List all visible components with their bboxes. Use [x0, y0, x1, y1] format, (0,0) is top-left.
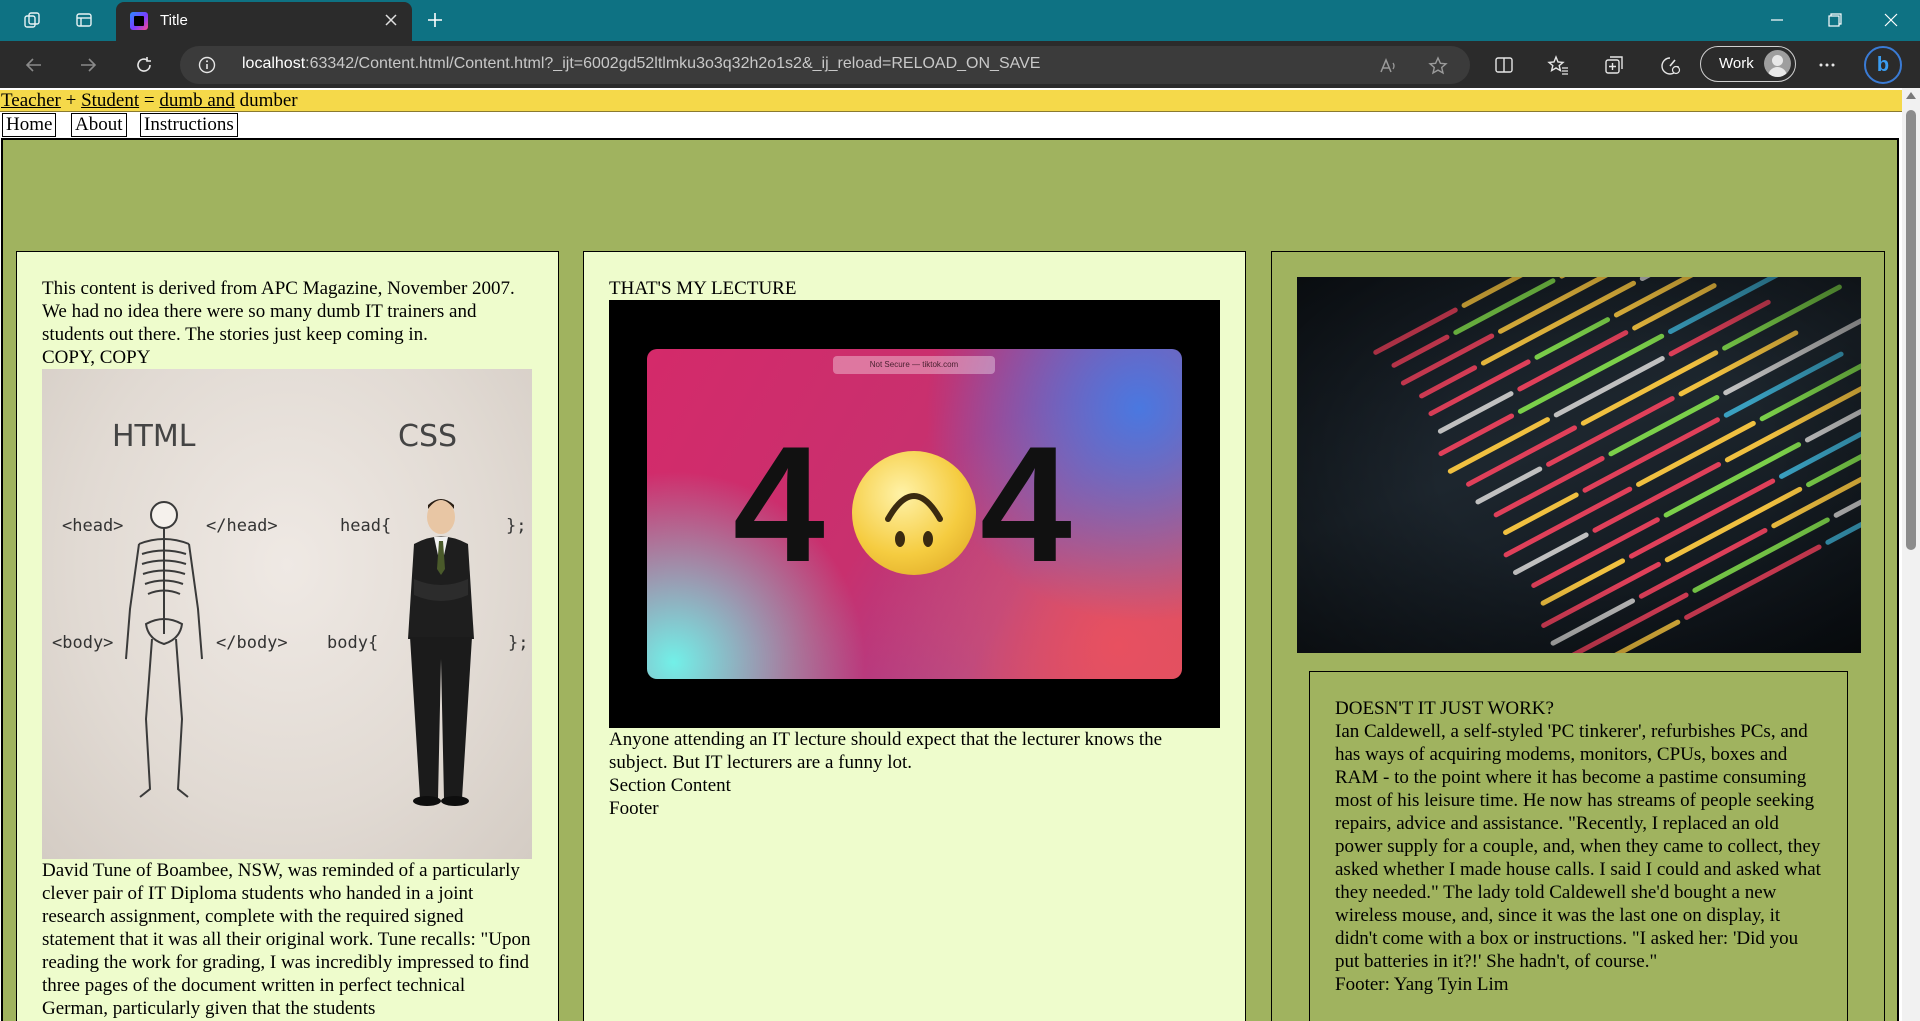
- intro-text: This content is derived from APC Magazin…: [42, 278, 515, 345]
- url-path: :63342/Content.html/Content.html?_ijt=60…: [305, 55, 1041, 72]
- page-scrollbar[interactable]: [1902, 88, 1920, 1021]
- url-text[interactable]: localhost:63342/Content.html/Content.htm…: [242, 55, 1040, 73]
- more-icon[interactable]: [1813, 51, 1841, 79]
- webstorm-favicon-icon: [130, 12, 148, 30]
- error-card: Not Secure — tiktok.com 4 4: [647, 349, 1182, 679]
- head-open-label: <head>: [62, 516, 124, 536]
- close-tab-icon[interactable]: [380, 9, 402, 31]
- browser-tab-active[interactable]: Title: [116, 2, 412, 41]
- restore-icon[interactable]: [1806, 0, 1864, 40]
- article-heading: DOESN'T IT JUST WORK?: [1335, 698, 1554, 719]
- tab-actions-icon[interactable]: [69, 6, 99, 34]
- back-icon[interactable]: [18, 49, 50, 81]
- banner-plus: +: [60, 90, 82, 111]
- header-banner: Teacher + Student = dumb and dumber: [0, 90, 1902, 112]
- article-footer: Footer: Yang Tyin Lim: [1335, 974, 1509, 995]
- upside-down-face-icon: [852, 451, 976, 575]
- page-viewport: Teacher + Student = dumb and dumber Home…: [0, 88, 1902, 1021]
- address-bar[interactable]: localhost:63342/Content.html/Content.htm…: [180, 46, 1470, 84]
- error-digit-left: 4: [733, 412, 825, 596]
- section-footer: Footer: [609, 798, 659, 819]
- refresh-icon[interactable]: [128, 49, 160, 81]
- banner-dumber: dumber: [234, 90, 298, 111]
- head-close-label: </head>: [206, 516, 278, 536]
- body-open-label: <body>: [52, 633, 114, 653]
- css-body-end-label: };: [508, 633, 529, 653]
- section-content: Section Content: [609, 775, 731, 796]
- browser-toolbar: localhost:63342/Content.html/Content.htm…: [0, 41, 1920, 88]
- url-host: localhost: [242, 55, 306, 72]
- body-close-label: </body>: [216, 633, 288, 653]
- link-student[interactable]: Student: [81, 90, 139, 111]
- error-address-pill: Not Secure — tiktok.com: [833, 356, 995, 374]
- code-screen-image: [1297, 277, 1861, 653]
- info-icon[interactable]: [198, 56, 216, 74]
- split-screen-icon[interactable]: [1490, 51, 1518, 79]
- nav-instructions[interactable]: Instructions: [140, 113, 238, 137]
- link-dumb-and[interactable]: dumb and: [159, 90, 234, 111]
- workspaces-icon[interactable]: [17, 6, 47, 34]
- forward-icon[interactable]: [72, 49, 104, 81]
- scroll-thumb[interactable]: [1906, 110, 1916, 550]
- performance-icon[interactable]: [1656, 51, 1684, 79]
- article-lecture: THAT'S MY LECTURE Not Secure — tiktok.co…: [583, 251, 1246, 1021]
- minimize-icon[interactable]: [1748, 0, 1806, 40]
- tab-title: Title: [160, 12, 188, 29]
- html-label: HTML: [112, 419, 196, 454]
- link-teacher[interactable]: Teacher: [1, 90, 61, 111]
- css-head-label: head{: [340, 516, 392, 536]
- article-just-work: DOESN'T IT JUST WORK? Ian Caldewell, a s…: [1271, 251, 1885, 1021]
- nav-about[interactable]: About: [71, 113, 127, 137]
- nav-home[interactable]: Home: [2, 113, 57, 137]
- new-tab-icon[interactable]: [420, 6, 450, 34]
- lecture-body: Anyone attending an IT lecture should ex…: [609, 729, 1163, 773]
- article-heading: THAT'S MY LECTURE: [609, 278, 797, 299]
- read-aloud-icon[interactable]: [1377, 55, 1399, 77]
- profile-label: Work: [1719, 55, 1754, 72]
- article-copy-copy: This content is derived from APC Magazin…: [16, 251, 559, 1021]
- bing-copilot-icon[interactable]: b: [1864, 46, 1902, 84]
- banner-title: Teacher + Student = dumb and dumber: [1, 90, 298, 112]
- profile-button[interactable]: Work: [1700, 46, 1796, 82]
- html-css-image: HTML CSS <head> </head> head{ }; <body> …: [42, 369, 532, 859]
- browser-tab-bar: Title: [0, 0, 1920, 41]
- scroll-up-icon[interactable]: [1906, 92, 1916, 99]
- favorite-star-icon[interactable]: [1427, 55, 1449, 77]
- error-digit-right: 4: [980, 412, 1072, 596]
- css-label: CSS: [398, 419, 458, 454]
- avatar: [1764, 50, 1791, 77]
- collections-icon[interactable]: [1600, 51, 1628, 79]
- article-box: DOESN'T IT JUST WORK? Ian Caldewell, a s…: [1309, 671, 1848, 1021]
- css-head-end-label: };: [506, 516, 527, 536]
- article-body: Ian Caldewell, a self-styled 'PC tinkere…: [1335, 721, 1821, 972]
- article-heading: COPY, COPY: [42, 347, 151, 368]
- story-text: David Tune of Boambee, NSW, was reminded…: [42, 860, 531, 1019]
- css-body-label: body{: [327, 633, 379, 653]
- favorites-icon[interactable]: [1544, 51, 1572, 79]
- main-section: This content is derived from APC Magazin…: [1, 138, 1899, 1021]
- banner-equals: =: [139, 90, 160, 111]
- error-404-image: Not Secure — tiktok.com 4 4: [609, 300, 1220, 728]
- close-window-icon[interactable]: [1862, 0, 1920, 40]
